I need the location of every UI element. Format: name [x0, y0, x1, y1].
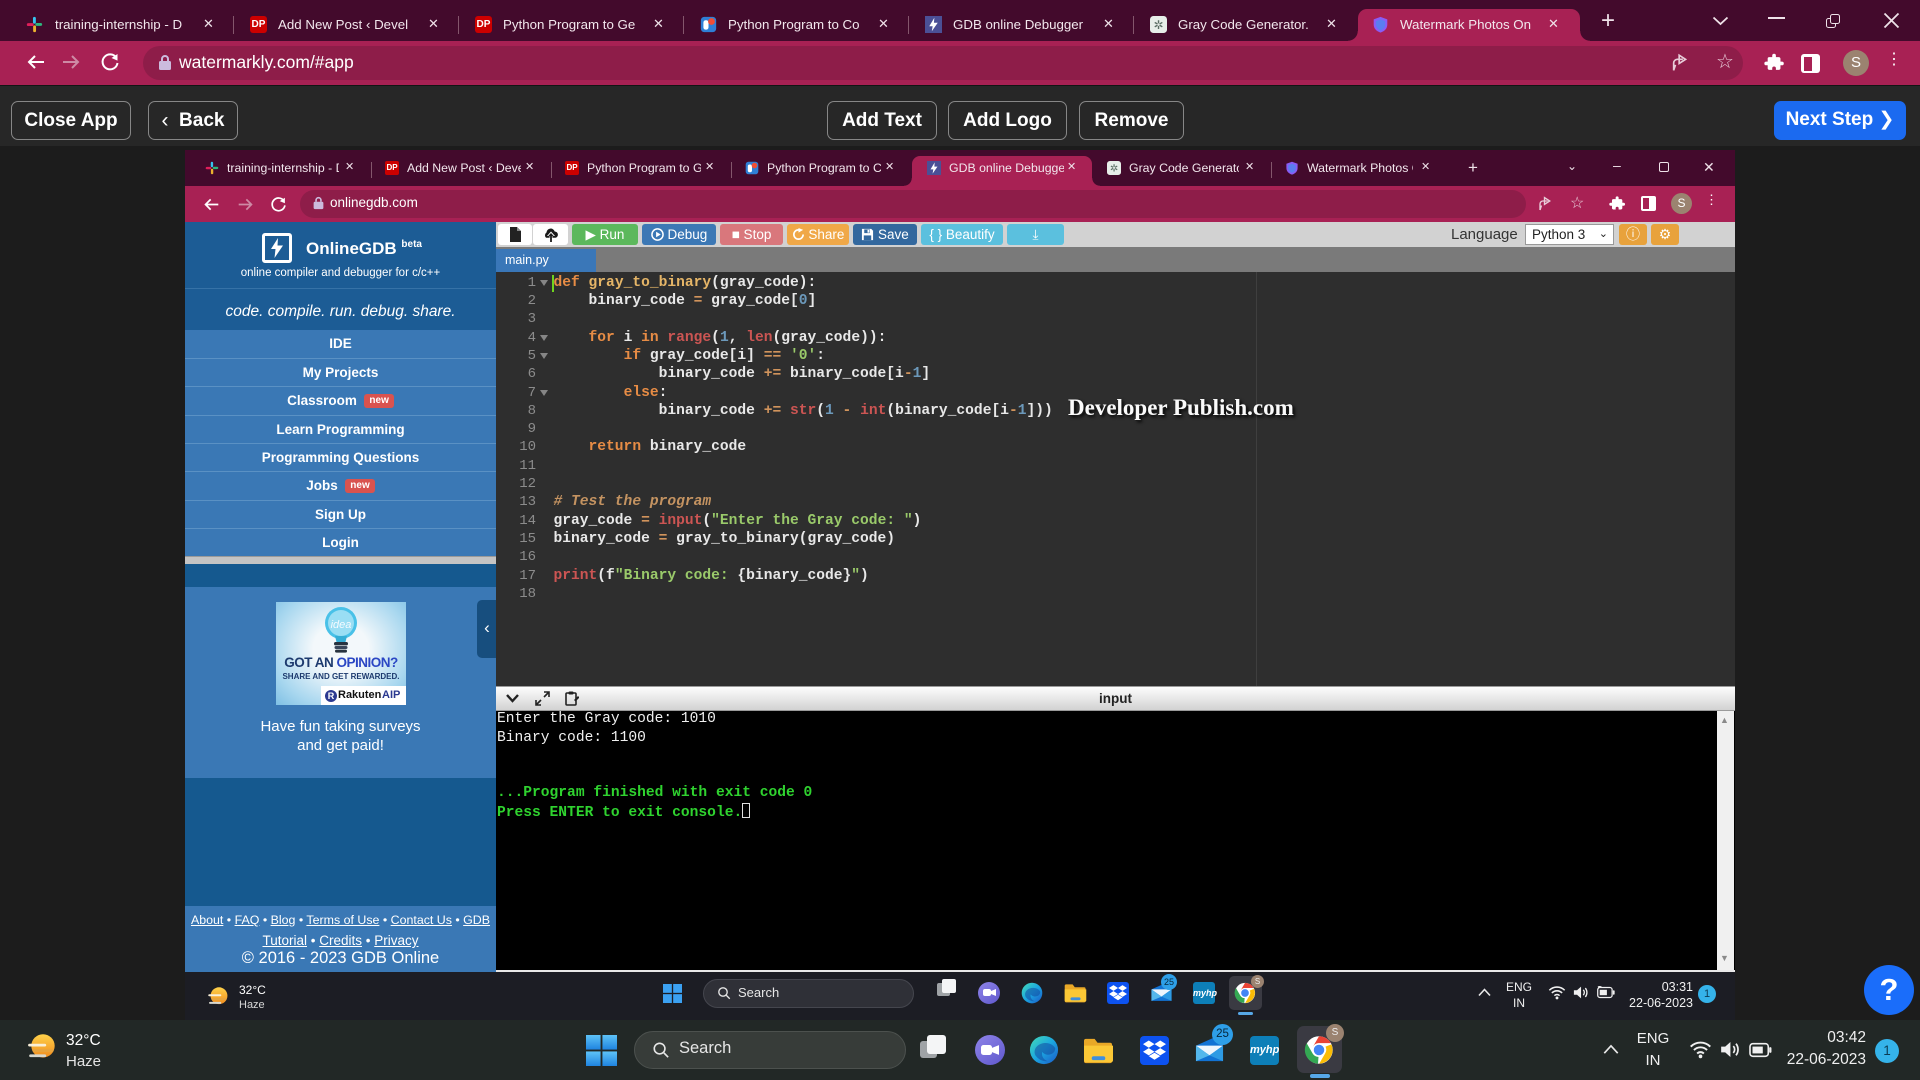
svg-text:✲: ✲ — [1110, 164, 1118, 175]
svg-text:✲: ✲ — [1154, 18, 1164, 32]
svg-text:idea: idea — [331, 619, 352, 631]
